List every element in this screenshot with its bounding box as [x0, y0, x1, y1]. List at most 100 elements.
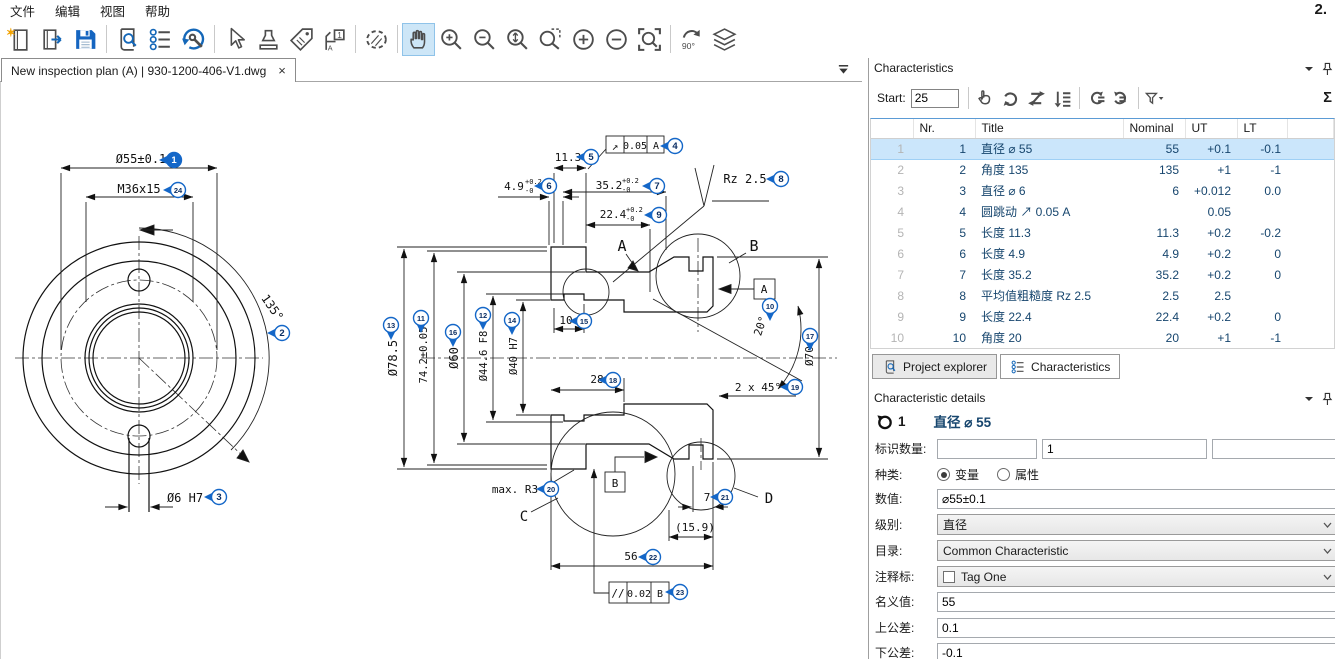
pin-icon[interactable]	[1321, 392, 1333, 406]
tab-list-caret-icon[interactable]	[837, 63, 850, 76]
table-header-row[interactable]: Nr.TitleNominalUTLT	[871, 119, 1334, 138]
start-input[interactable]	[911, 89, 959, 108]
table-row[interactable]: 33直径 ⌀ 66+0.0120.0	[871, 180, 1334, 201]
settings-tools-button[interactable]	[177, 23, 210, 56]
table-row[interactable]: 44圆跳动 ↗ 0.05 A0.05	[871, 201, 1334, 222]
balloon-12[interactable]: 12	[476, 308, 491, 331]
pan-hand-button[interactable]	[402, 23, 435, 56]
balloon-3[interactable]: 3	[204, 490, 227, 505]
table-row[interactable]: 55长度 11.311.3+0.2-0.2	[871, 222, 1334, 243]
column-header[interactable]	[1287, 119, 1334, 138]
balloon-2[interactable]: 2	[267, 326, 290, 341]
document-tab-title: New inspection plan (A) | 930-1200-406-V…	[11, 64, 266, 78]
zoom-out-button[interactable]	[468, 23, 501, 56]
table-row[interactable]: 22角度 135135+1-1	[871, 159, 1334, 180]
project-explorer-button[interactable]	[111, 23, 144, 56]
open-plan-button[interactable]	[36, 23, 69, 56]
sort-sequence-button[interactable]	[1050, 85, 1076, 111]
tab-characteristics[interactable]: Characteristics	[1000, 354, 1120, 379]
menu-item-3[interactable]: 视图	[100, 1, 125, 20]
drawing-viewport[interactable]: Ø55±0.1M36x15135°Ø6 H711.34.9+0.2-035.2+…	[0, 82, 862, 659]
lasso-region-button[interactable]	[360, 23, 393, 56]
characteristics-list-button[interactable]	[144, 23, 177, 56]
balloon-13[interactable]: 13	[384, 318, 399, 341]
save-button[interactable]	[69, 23, 102, 56]
panel-caret-icon[interactable]	[1304, 394, 1314, 404]
balloon-9[interactable]: 9	[644, 208, 667, 223]
value-input[interactable]	[937, 489, 1335, 509]
column-header-nr[interactable]: Nr.	[913, 119, 975, 138]
zoom-fit-button[interactable]	[633, 23, 666, 56]
tag-label-button[interactable]	[285, 23, 318, 56]
column-header-title[interactable]: Title	[975, 119, 1123, 138]
stamp-approve-button[interactable]	[252, 23, 285, 56]
nominal-input[interactable]	[937, 592, 1335, 612]
level-select[interactable]: 直径	[937, 514, 1335, 535]
resequence-right-button[interactable]	[1109, 85, 1135, 111]
tag-checkbox[interactable]	[943, 571, 955, 583]
chevron-down-icon	[1323, 522, 1332, 529]
balloon-14[interactable]: 14	[505, 313, 520, 336]
document-tab-bar: New inspection plan (A) | 930-1200-406-V…	[0, 58, 862, 82]
rotate-90-button[interactable]: 90°	[675, 23, 708, 56]
id-qty-input-1[interactable]	[937, 439, 1037, 459]
renumber-loop-button[interactable]	[998, 85, 1024, 111]
pin-icon[interactable]	[1321, 62, 1333, 76]
variable-radio[interactable]	[937, 468, 950, 481]
characteristics-table[interactable]: Nr.TitleNominalUTLT 11直径 ⌀ 5555+0.1-0.12…	[870, 118, 1335, 349]
catalog-select[interactable]: Common Characteristic	[937, 540, 1335, 561]
zoom-in-icon	[438, 26, 465, 53]
filter-button[interactable]	[1142, 85, 1168, 111]
new-plan-button[interactable]: ✶	[3, 23, 36, 56]
zoom-window-button[interactable]	[534, 23, 567, 56]
menu-item-4[interactable]: 帮助	[145, 1, 170, 20]
panel-caret-icon[interactable]	[1304, 64, 1314, 74]
table-row[interactable]: 66长度 4.94.9+0.20	[871, 243, 1334, 264]
table-row[interactable]: 88平均值粗糙度 Rz 2.52.52.5	[871, 285, 1334, 306]
id-qty-input-3[interactable]	[1212, 439, 1335, 459]
column-header-ut[interactable]: UT	[1185, 119, 1237, 138]
table-row[interactable]: 11直径 ⌀ 5555+0.1-0.1	[871, 138, 1334, 159]
increase-button[interactable]	[567, 23, 600, 56]
id-qty-input-2[interactable]	[1042, 439, 1207, 459]
upper-tol-input[interactable]	[937, 618, 1335, 638]
attribute-radio[interactable]	[997, 468, 1010, 481]
tag-select[interactable]: Tag One	[937, 566, 1335, 587]
layers-button[interactable]	[708, 23, 741, 56]
column-header-nominal[interactable]: Nominal	[1123, 119, 1185, 138]
svg-text:11: 11	[417, 314, 425, 323]
document-tab[interactable]: New inspection plan (A) | 930-1200-406-V…	[1, 58, 296, 82]
sigma-summary-icon[interactable]: Σ	[1323, 90, 1332, 106]
tab-project-explorer[interactable]: Project explorer	[872, 354, 997, 379]
column-header[interactable]	[871, 119, 913, 138]
decrease-button[interactable]	[600, 23, 633, 56]
drawing-label: 22.4	[600, 208, 627, 221]
drawing-label: C	[520, 509, 528, 525]
resequence-left-button[interactable]	[1083, 85, 1109, 111]
close-tab-icon[interactable]: ×	[278, 63, 286, 78]
zoom-in-button[interactable]	[435, 23, 468, 56]
hand-select-button[interactable]	[972, 85, 998, 111]
column-header-lt[interactable]: LT	[1237, 119, 1287, 138]
dimension-note-button[interactable]: 1A	[318, 23, 351, 56]
balloon-7[interactable]: 7	[642, 179, 665, 194]
menu-item-1[interactable]: 文件	[10, 1, 35, 20]
lower-tol-input[interactable]	[937, 643, 1335, 659]
balloon-16[interactable]: 16	[446, 325, 461, 348]
drawing-label: Rz 2.5	[723, 172, 766, 186]
table-row[interactable]: 1010角度 2020+1-1	[871, 327, 1334, 348]
balloon-8[interactable]: 8	[766, 172, 789, 187]
drawing-label: M36x15	[117, 182, 160, 196]
table-row[interactable]: 77长度 35.235.2+0.20	[871, 264, 1334, 285]
balloon-20[interactable]: 20	[536, 482, 559, 497]
zoom-dynamic-button[interactable]	[501, 23, 534, 56]
balloon-24[interactable]: 24	[163, 183, 186, 198]
renumber-z-button[interactable]	[1024, 85, 1050, 111]
attribute-radio-label: 属性	[1015, 466, 1039, 483]
balloon-22[interactable]: 22	[638, 550, 661, 565]
tag-label-icon	[288, 26, 315, 53]
drawing-label: Ø40 H7	[508, 337, 520, 375]
select-arrow-button[interactable]	[219, 23, 252, 56]
table-row[interactable]: 99长度 22.422.4+0.20	[871, 306, 1334, 327]
menu-item-2[interactable]: 编辑	[55, 1, 80, 20]
